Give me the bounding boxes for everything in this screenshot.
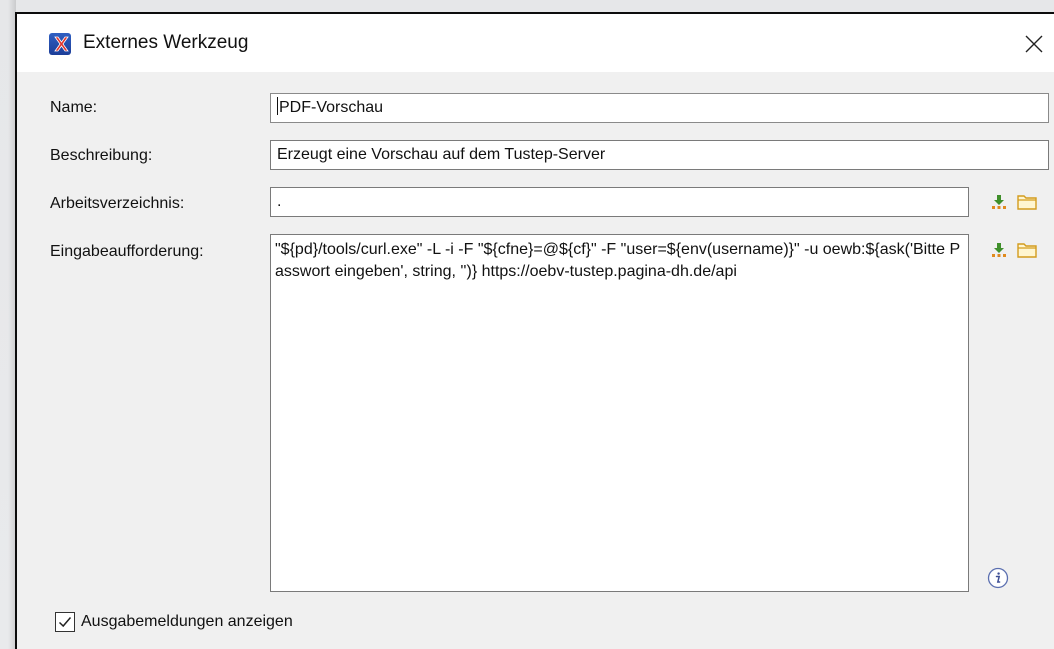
- show-output-option: Ausgabemeldungen anzeigen: [55, 610, 293, 634]
- workdir-field[interactable]: .: [270, 187, 969, 217]
- close-icon: [1025, 35, 1043, 53]
- workdir-insert-variable-button[interactable]: [989, 192, 1009, 212]
- close-button[interactable]: [1014, 24, 1054, 64]
- description-label: Beschreibung:: [50, 147, 153, 164]
- workdir-browse-button[interactable]: [1017, 192, 1037, 212]
- insert-variable-icon: [992, 243, 1006, 257]
- name-field[interactable]: PDF-Vorschau: [270, 93, 1049, 123]
- title-bar[interactable]: Externes Werkzeug: [17, 14, 1054, 72]
- folder-icon: [1017, 243, 1037, 258]
- text-caret: [277, 97, 278, 115]
- prompt-insert-variable-button[interactable]: [989, 240, 1009, 260]
- folder-icon: [1017, 195, 1037, 210]
- show-output-checkbox[interactable]: [55, 612, 75, 632]
- name-value: PDF-Vorschau: [279, 99, 384, 116]
- checkmark-icon: [58, 617, 72, 628]
- info-icon[interactable]: [987, 567, 1009, 589]
- prompt-label: Eingabeaufforderung:: [50, 243, 204, 260]
- workdir-label: Arbeitsverzeichnis:: [50, 195, 185, 212]
- prompt-textarea[interactable]: "${pd}/tools/curl.exe" -L -i -F "${cfne}…: [270, 234, 969, 592]
- external-tool-dialog: Externes Werkzeug Name: PDF-Vorschau Bes…: [15, 12, 1054, 649]
- show-output-label[interactable]: Ausgabemeldungen anzeigen: [81, 613, 293, 631]
- window-title: Externes Werkzeug: [83, 32, 249, 53]
- prompt-browse-button[interactable]: [1017, 240, 1037, 260]
- tustep-x-icon: [49, 33, 71, 55]
- name-label: Name:: [50, 99, 98, 116]
- insert-variable-icon: [992, 195, 1006, 209]
- description-field[interactable]: Erzeugt eine Vorschau auf dem Tustep-Ser…: [270, 140, 1049, 170]
